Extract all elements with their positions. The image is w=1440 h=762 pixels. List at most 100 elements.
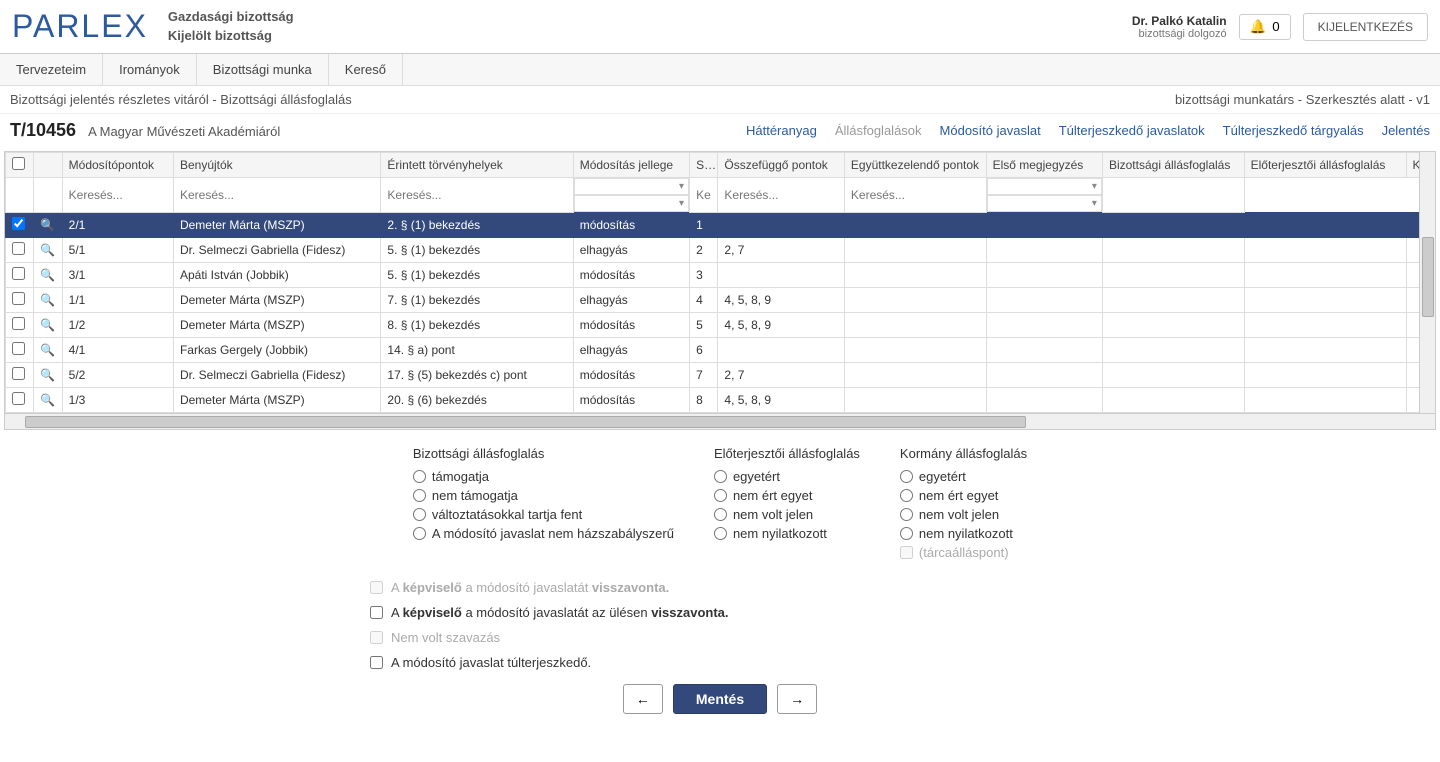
filter-benyujtok[interactable] bbox=[176, 185, 378, 205]
radio-elo-nem-volt-jelen[interactable] bbox=[714, 508, 727, 521]
logo: PARLEX bbox=[12, 8, 148, 45]
cell-benyujtok: Demeter Márta (MSZP) bbox=[173, 388, 380, 413]
save-button[interactable]: Mentés bbox=[673, 684, 767, 714]
col-header-eloterjesztoi-allasfoglalas[interactable]: Előterjesztői állásfoglalás bbox=[1244, 153, 1406, 178]
header-title-1: Gazdasági bizottság bbox=[168, 8, 1132, 26]
row-checkbox[interactable] bbox=[12, 242, 25, 255]
filter-osszefuggo[interactable] bbox=[692, 185, 715, 205]
table-row[interactable]: 🔍2/1Demeter Márta (MSZP)2. § (1) bekezdé… bbox=[6, 213, 1435, 238]
cell-bizottsagi bbox=[1102, 388, 1244, 413]
tab-allasfoglalasok[interactable]: Állásfoglalások bbox=[835, 123, 922, 138]
cell-egyuttkezelendo bbox=[844, 288, 986, 313]
tab-jelentes[interactable]: Jelentés bbox=[1382, 123, 1430, 138]
cell-erintett: 2. § (1) bekezdés bbox=[381, 213, 573, 238]
radio-korm-nem-ert-egyet[interactable] bbox=[900, 489, 913, 502]
user-name: Dr. Palkó Katalin bbox=[1132, 14, 1227, 28]
search-icon[interactable]: 🔍 bbox=[40, 368, 55, 382]
radio-korm-nem-volt-jelen[interactable] bbox=[900, 508, 913, 521]
col-header-jellege[interactable]: Módosítás jellege bbox=[573, 153, 689, 178]
col-header-bizottsagi-allasfoglalas[interactable]: Bizottsági állásfoglalás bbox=[1102, 153, 1244, 178]
col-header-elso-megjegyzes[interactable]: Első megjegyzés bbox=[986, 153, 1102, 178]
radio-group-eloterjesztoi: Előterjesztői állásfoglalás egyetért nem… bbox=[714, 446, 860, 564]
arrow-left-icon: ← bbox=[636, 691, 650, 707]
filter-elso-megjegyzes[interactable] bbox=[847, 185, 984, 205]
checkbox-ulesen-visszavonta[interactable] bbox=[370, 606, 383, 619]
chevron-down-icon: ▾ bbox=[679, 198, 684, 209]
col-header-erintett[interactable]: Érintett törvényhelyek bbox=[381, 153, 573, 178]
radio-elo-egyetert[interactable] bbox=[714, 470, 727, 483]
nav-tervezeteim[interactable]: Tervezeteim bbox=[0, 54, 103, 85]
checkbox-tulterjeszkedo[interactable] bbox=[370, 656, 383, 669]
radio-nem-hazszabalyszeru[interactable] bbox=[413, 527, 426, 540]
cell-jellege: elhagyás bbox=[573, 338, 689, 363]
radio-tamogatja[interactable] bbox=[413, 470, 426, 483]
row-checkbox[interactable] bbox=[12, 342, 25, 355]
filter-erintett[interactable] bbox=[383, 185, 570, 205]
search-icon[interactable]: 🔍 bbox=[40, 218, 55, 232]
nav-bizottsagi-munka[interactable]: Bizottsági munka bbox=[197, 54, 329, 85]
cell-bizottsagi bbox=[1102, 213, 1244, 238]
logout-button[interactable]: KIJELENTKEZÉS bbox=[1303, 13, 1428, 41]
nav-kereso[interactable]: Kereső bbox=[329, 54, 403, 85]
context-status: bizottsági munkatárs - Szerkesztés alatt… bbox=[1175, 92, 1430, 107]
table-row[interactable]: 🔍5/1Dr. Selmeczi Gabriella (Fidesz)5. § … bbox=[6, 238, 1435, 263]
cell-erintett: 5. § (1) bekezdés bbox=[381, 263, 573, 288]
table-row[interactable]: 🔍1/1Demeter Márta (MSZP)7. § (1) bekezdé… bbox=[6, 288, 1435, 313]
vertical-scroll-thumb[interactable] bbox=[1422, 237, 1434, 317]
tab-hatteranyag[interactable]: Háttéranyag bbox=[746, 123, 817, 138]
filter-modositopontok[interactable] bbox=[65, 185, 171, 205]
search-icon[interactable]: 🔍 bbox=[40, 343, 55, 357]
table-row[interactable]: 🔍1/2Demeter Márta (MSZP)8. § (1) bekezdé… bbox=[6, 313, 1435, 338]
prev-button[interactable]: ← bbox=[623, 684, 663, 714]
horizontal-scrollbar[interactable] bbox=[5, 413, 1435, 429]
nav-iromanyok[interactable]: Irományok bbox=[103, 54, 197, 85]
table-row[interactable]: 🔍5/2Dr. Selmeczi Gabriella (Fidesz)17. §… bbox=[6, 363, 1435, 388]
col-header-s[interactable]: S bbox=[690, 153, 718, 178]
filter-egyuttkezelendo[interactable] bbox=[720, 185, 842, 205]
table-row[interactable]: 🔍1/3Demeter Márta (MSZP)20. § (6) bekezd… bbox=[6, 388, 1435, 413]
search-icon[interactable]: 🔍 bbox=[40, 318, 55, 332]
tab-tulterjeszkedo-targyalas[interactable]: Túlterjeszkedő tárgyalás bbox=[1223, 123, 1364, 138]
notifications-button[interactable]: 🔔 0 bbox=[1239, 14, 1291, 40]
row-checkbox[interactable] bbox=[12, 217, 25, 230]
search-icon[interactable]: 🔍 bbox=[40, 268, 55, 282]
cell-modositopontok: 1/3 bbox=[62, 388, 173, 413]
search-icon[interactable]: 🔍 bbox=[40, 393, 55, 407]
col-header-detail bbox=[34, 153, 62, 178]
row-checkbox[interactable] bbox=[12, 367, 25, 380]
radio-elo-nem-ert-egyet[interactable] bbox=[714, 489, 727, 502]
col-header-egyuttkezelendo[interactable]: Együttkezelendő pontok bbox=[844, 153, 986, 178]
radio-nem-tamogatja[interactable] bbox=[413, 489, 426, 502]
search-icon[interactable]: 🔍 bbox=[40, 293, 55, 307]
radio-elo-nem-nyilatkozott[interactable] bbox=[714, 527, 727, 540]
row-checkbox[interactable] bbox=[12, 392, 25, 405]
select-all-checkbox[interactable] bbox=[12, 157, 25, 170]
col-header-osszefuggo[interactable]: Összefüggő pontok bbox=[718, 153, 845, 178]
main-nav: Tervezeteim Irományok Bizottsági munka K… bbox=[0, 54, 1440, 86]
filter-s-dropdown[interactable]: ▾ bbox=[574, 195, 689, 212]
row-checkbox[interactable] bbox=[12, 317, 25, 330]
radio-korm-nem-nyilatkozott[interactable] bbox=[900, 527, 913, 540]
search-icon[interactable]: 🔍 bbox=[40, 243, 55, 257]
col-header-modositopontok[interactable]: Módosítópontok bbox=[62, 153, 173, 178]
filter-bizottsagi-dropdown[interactable]: ▾ bbox=[987, 178, 1102, 195]
tab-modosito-javaslat[interactable]: Módosító javaslat bbox=[940, 123, 1041, 138]
row-checkbox[interactable] bbox=[12, 292, 25, 305]
row-checkbox[interactable] bbox=[12, 267, 25, 280]
table-row[interactable]: 🔍4/1Farkas Gergely (Jobbik)14. § a) pont… bbox=[6, 338, 1435, 363]
next-button[interactable]: → bbox=[777, 684, 817, 714]
cell-modositopontok: 2/1 bbox=[62, 213, 173, 238]
vertical-scrollbar[interactable] bbox=[1419, 152, 1435, 413]
radio-korm-egyetert[interactable] bbox=[900, 470, 913, 483]
filter-jellege-dropdown[interactable]: ▾ bbox=[574, 178, 689, 195]
cell-bizottsagi bbox=[1102, 363, 1244, 388]
table-row[interactable]: 🔍3/1Apáti István (Jobbik)5. § (1) bekezd… bbox=[6, 263, 1435, 288]
cell-modositopontok: 1/2 bbox=[62, 313, 173, 338]
tab-tulterjeszkedo-javaslatok[interactable]: Túlterjeszkedő javaslatok bbox=[1059, 123, 1205, 138]
radio-valtoztatasokkal[interactable] bbox=[413, 508, 426, 521]
col-header-benyujtok[interactable]: Benyújtók bbox=[173, 153, 380, 178]
filter-eloterjesztoi-dropdown[interactable]: ▾ bbox=[987, 195, 1102, 212]
chevron-down-icon: ▾ bbox=[1092, 181, 1097, 192]
horizontal-scroll-thumb[interactable] bbox=[25, 416, 1026, 428]
col-header-select[interactable] bbox=[6, 153, 34, 178]
